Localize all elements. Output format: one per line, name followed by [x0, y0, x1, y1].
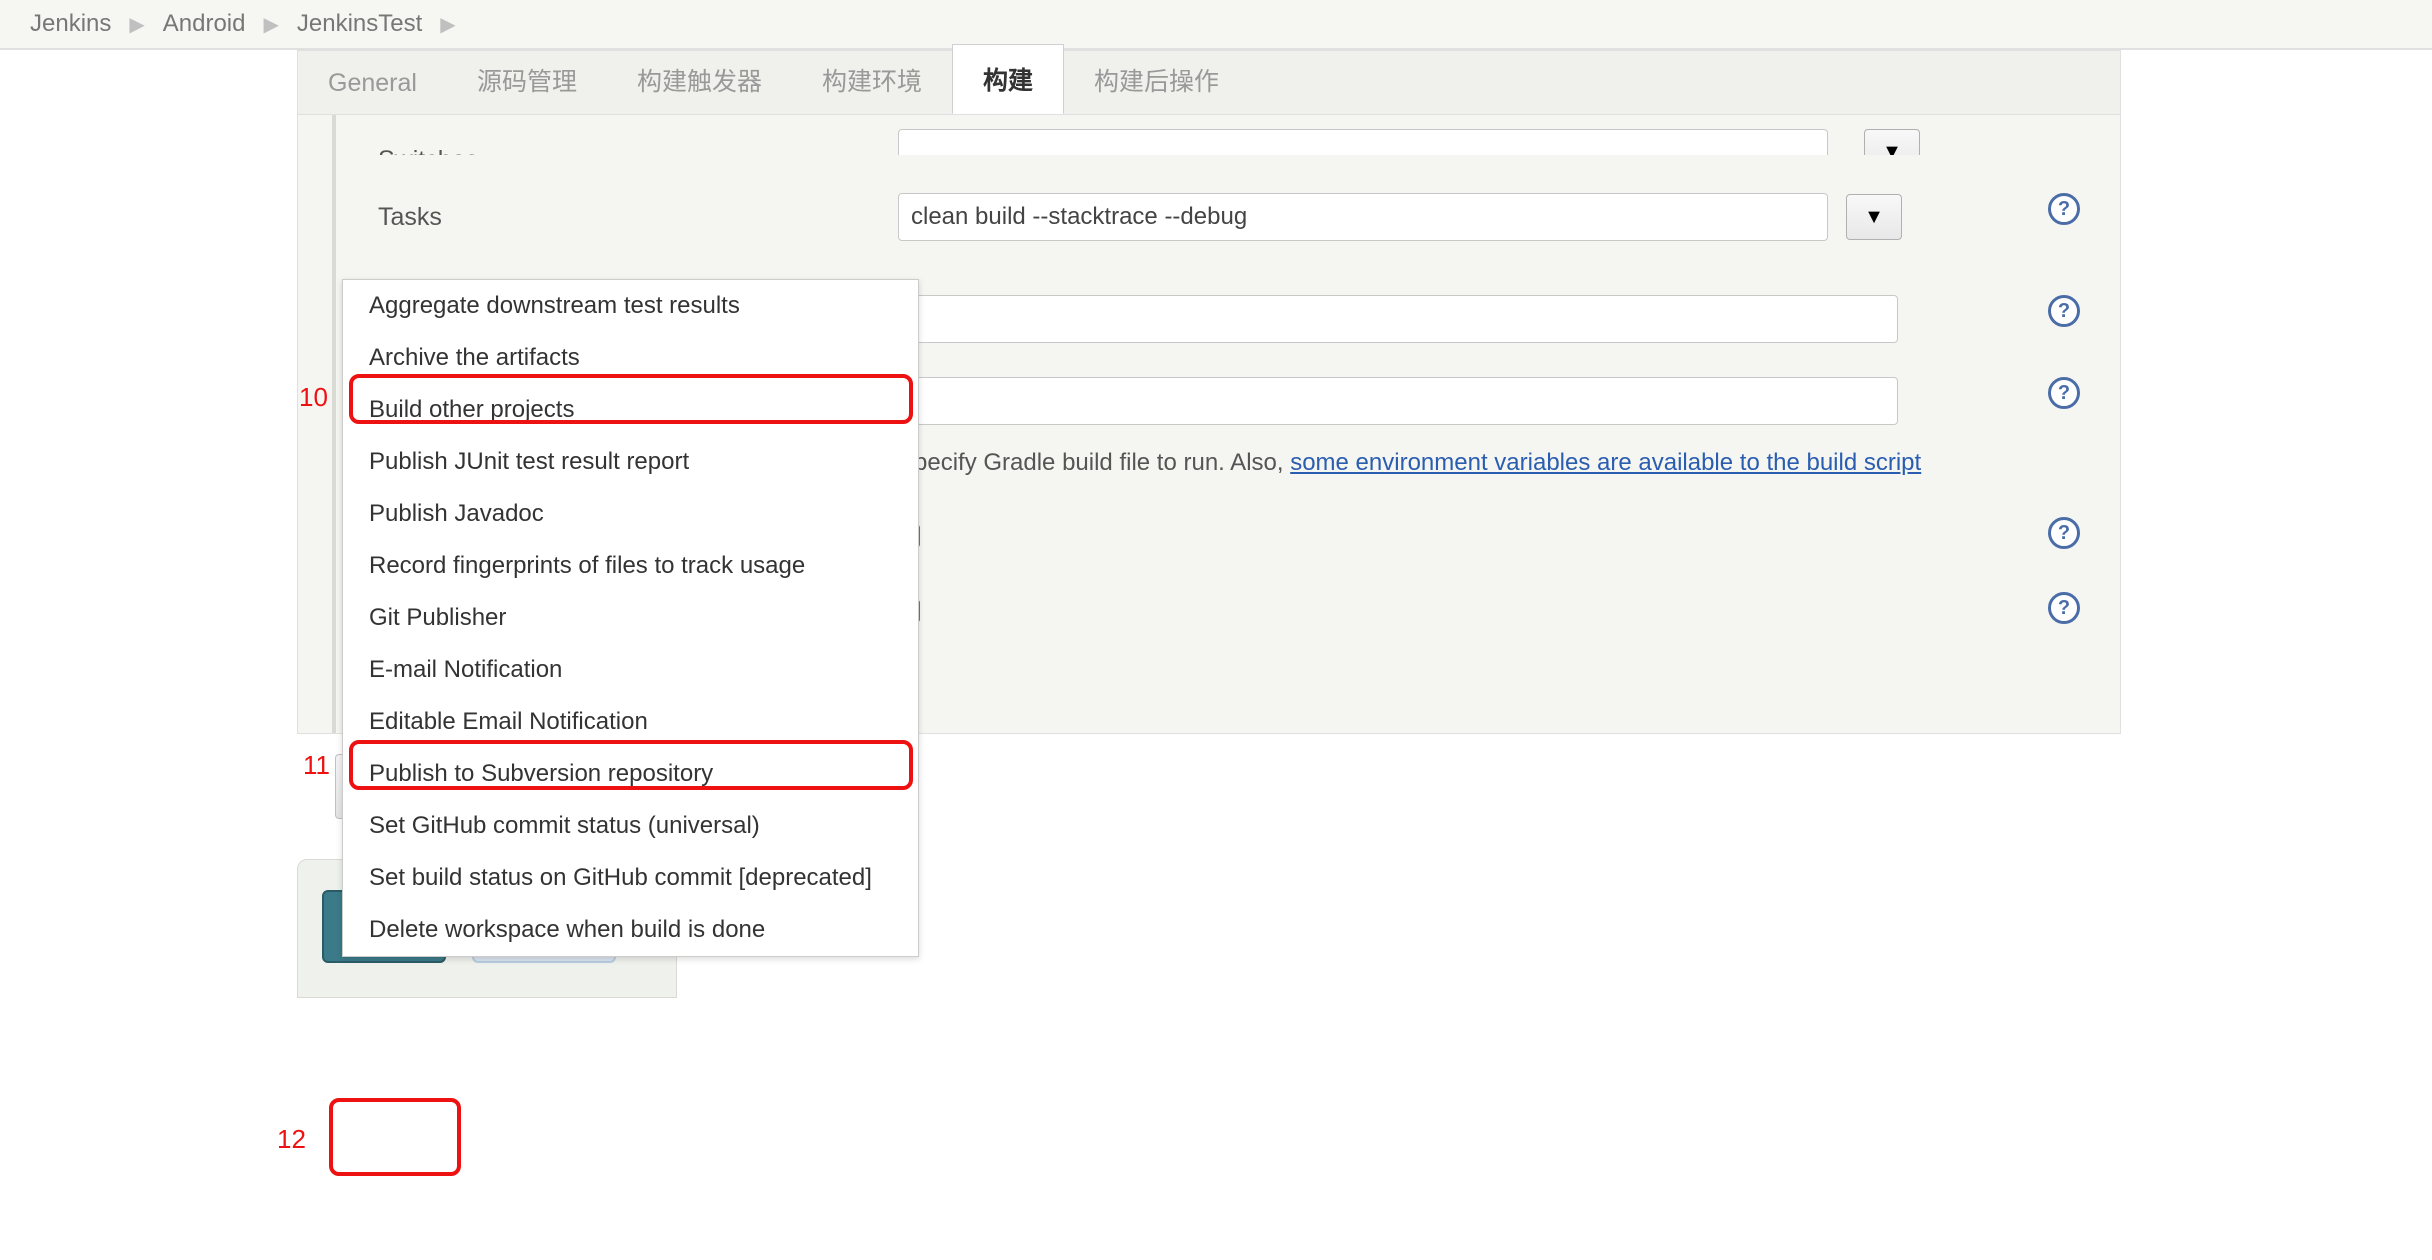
dropdown-item-delete-ws[interactable]: Delete workspace when build is done — [343, 904, 918, 956]
dropdown-item-aggregate[interactable]: Aggregate downstream test results — [343, 280, 918, 332]
breadcrumb: Jenkins ▶ Android ▶ JenkinsTest ▶ — [0, 0, 2432, 50]
dropdown-item-junit[interactable]: Publish JUnit test result report — [343, 436, 918, 488]
tab-postbuild[interactable]: 构建后操作 — [1064, 46, 1249, 114]
chevron-right-icon: ▶ — [264, 12, 279, 37]
tab-env[interactable]: 构建环境 — [792, 46, 952, 114]
annotation-number-11: 11 — [303, 750, 330, 781]
breadcrumb-item[interactable]: Android — [163, 10, 246, 38]
dropdown-item-editable-email[interactable]: Editable Email Notification — [343, 696, 918, 748]
help-icon[interactable]: ? — [2048, 592, 2080, 624]
note-text: Specify Gradle build file to run. Also, — [898, 449, 1290, 476]
tasks-label: Tasks — [378, 193, 898, 232]
expand-button[interactable]: ▼ — [1846, 194, 1902, 240]
dropdown-item-archive[interactable]: Archive the artifacts — [343, 332, 918, 384]
tasks-row: Tasks ▼ ? — [298, 183, 2120, 251]
tab-build[interactable]: 构建 — [952, 44, 1064, 115]
dropdown-item-fingerprints[interactable]: Record fingerprints of files to track us… — [343, 540, 918, 592]
help-icon[interactable]: ? — [2048, 295, 2080, 327]
config-tabs: General 源码管理 构建触发器 构建环境 构建 构建后操作 — [297, 50, 2121, 114]
dropdown-item-svn[interactable]: Publish to Subversion repository — [343, 748, 918, 800]
annotation-number-12: 12 — [277, 1124, 306, 1155]
switches-row: Switches ▼ — [298, 115, 2120, 155]
tab-scm[interactable]: 源码管理 — [447, 46, 607, 114]
help-icon[interactable]: ? — [2048, 377, 2080, 409]
tasks-input[interactable] — [898, 193, 1828, 241]
breadcrumb-item[interactable]: Jenkins — [30, 10, 111, 38]
config-panel: Switches ▼ Tasks ▼ ? ? — [297, 114, 2121, 734]
tab-triggers[interactable]: 构建触发器 — [607, 46, 792, 114]
switches-label: Switches — [378, 146, 478, 155]
postbuild-dropdown: Aggregate downstream test results Archiv… — [342, 279, 919, 957]
breadcrumb-item[interactable]: JenkinsTest — [297, 10, 422, 38]
text-input[interactable] — [898, 295, 1898, 343]
expand-button[interactable]: ▼ — [1864, 129, 1920, 155]
chevron-right-icon: ▶ — [440, 12, 455, 37]
tab-general[interactable]: General — [298, 53, 447, 114]
annotation-box-12 — [329, 1098, 461, 1176]
dropdown-item-javadoc[interactable]: Publish Javadoc — [343, 488, 918, 540]
switches-input[interactable] — [898, 129, 1828, 155]
help-icon[interactable]: ? — [2048, 193, 2080, 225]
env-vars-link[interactable]: some environment variables are available… — [1290, 449, 1921, 476]
text-input[interactable] — [898, 377, 1898, 425]
help-icon[interactable]: ? — [2048, 517, 2080, 549]
dropdown-item-email[interactable]: E-mail Notification — [343, 644, 918, 696]
dropdown-item-github-status[interactable]: Set GitHub commit status (universal) — [343, 800, 918, 852]
chevron-right-icon: ▶ — [129, 12, 144, 37]
dropdown-item-git-publisher[interactable]: Git Publisher — [343, 592, 918, 644]
dropdown-item-github-deprecated[interactable]: Set build status on GitHub commit [depre… — [343, 852, 918, 904]
dropdown-item-build-other[interactable]: Build other projects — [343, 384, 918, 436]
